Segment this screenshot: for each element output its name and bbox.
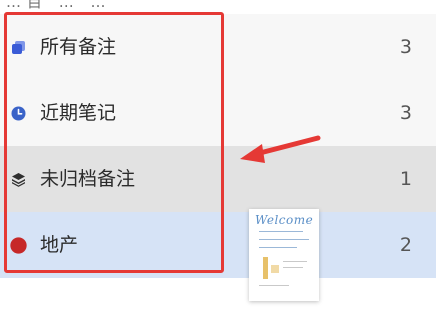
folder-row-all-notes[interactable]: 所有备注 3 [0,14,436,80]
folder-label: 未归档备注 [40,168,136,190]
thumbnail-text-line [283,261,307,262]
folder-label: 所有备注 [40,36,117,58]
folder-row-real-estate[interactable]: 地产 2 [0,212,436,278]
thumbnail-text-line [259,247,297,248]
layers-icon [12,173,25,187]
dragged-note-thumbnail[interactable]: Welcome [249,209,319,301]
thumbnail-text-line [283,267,303,268]
red-dot-icon [10,237,27,254]
annotation-arrow-icon [240,135,321,163]
folder-row-unfiled-notes[interactable]: 未归档备注 1 [0,146,436,212]
thumbnail-image-mark [271,265,279,273]
clipped-header-text: …目 … … [6,0,112,11]
folder-label: 近期笔记 [40,102,117,124]
thumbnail-text-line [259,239,309,240]
folder-label: 地产 [40,234,79,256]
thumbnail-text-line [259,285,289,286]
folder-count: 3 [399,102,412,124]
thumbnail-title: Welcome [255,213,314,227]
list-empty-area [0,278,436,309]
top-strip: …目 … … [0,0,436,14]
thumbnail-image-mark [263,257,268,279]
notes-stack-icon [12,41,25,54]
folder-row-recent-notes[interactable]: 近期笔记 3 [0,80,436,146]
folder-count: 3 [399,36,412,58]
thumbnail-text-line [259,231,303,232]
clock-icon [11,106,26,121]
folder-count: 2 [399,234,412,256]
folder-count: 1 [399,168,412,190]
